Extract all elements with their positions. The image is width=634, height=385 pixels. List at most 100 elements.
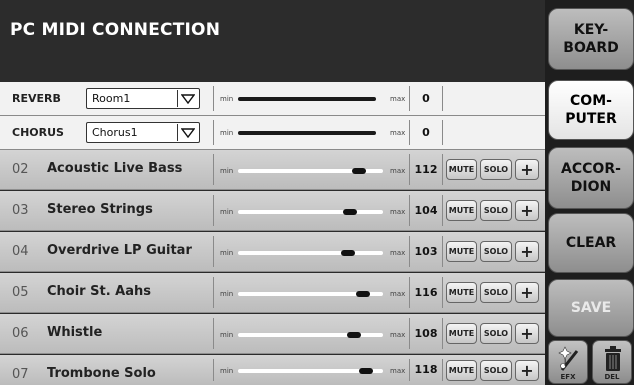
- track-number: 07: [12, 367, 29, 382]
- efx-label: EFX: [560, 373, 576, 381]
- clear-button[interactable]: CLEAR: [548, 213, 634, 273]
- slider-fill: [238, 131, 376, 135]
- solo-button[interactable]: SOLO: [480, 159, 512, 180]
- reverb-value: 0: [422, 92, 430, 105]
- track-name: Whistle: [47, 325, 103, 340]
- slider-min-label: min: [220, 95, 234, 103]
- save-button[interactable]: SAVE: [548, 279, 634, 337]
- add-button[interactable]: +: [515, 200, 539, 221]
- header: PC MIDI CONNECTION: [0, 0, 545, 82]
- mute-button[interactable]: MUTE: [446, 241, 477, 262]
- effect-row-reverb: REVERB Room1 min max 0: [0, 82, 545, 116]
- slider-max-label: max: [390, 249, 406, 257]
- mute-button[interactable]: MUTE: [446, 159, 477, 180]
- chevron-down-icon: [177, 124, 198, 141]
- track-name: Stereo Strings: [47, 202, 153, 217]
- add-button[interactable]: +: [515, 323, 539, 344]
- dropdown-value: Room1: [92, 92, 131, 105]
- chorus-value: 0: [422, 126, 430, 139]
- slider-thumb[interactable]: [342, 209, 357, 215]
- mute-button[interactable]: MUTE: [446, 360, 477, 381]
- reverb-level-slider[interactable]: [238, 97, 383, 101]
- slider-min-label: min: [220, 208, 234, 216]
- dropdown-value: Chorus1: [92, 126, 138, 139]
- delete-button[interactable]: DEL: [592, 340, 632, 384]
- add-button[interactable]: +: [515, 241, 539, 262]
- track-row: 06 Whistle min max 108 MUTE SOLO +: [0, 314, 545, 354]
- slider-min-label: min: [220, 249, 234, 257]
- keyboard-button[interactable]: KEY- BOARD: [548, 8, 634, 70]
- solo-button[interactable]: SOLO: [480, 323, 512, 344]
- slider-thumb[interactable]: [341, 250, 356, 256]
- solo-button[interactable]: SOLO: [480, 282, 512, 303]
- slider-max-label: max: [390, 129, 406, 137]
- track-name: Choir St. Aahs: [47, 284, 151, 299]
- track-volume-slider[interactable]: [238, 209, 383, 215]
- track-name: Trombone Solo: [47, 366, 156, 381]
- slider-thumb[interactable]: [355, 291, 370, 297]
- add-button[interactable]: +: [515, 360, 539, 381]
- trash-icon: [605, 346, 621, 371]
- effect-label: REVERB: [12, 92, 61, 105]
- slider-fill: [238, 97, 376, 101]
- accordion-button[interactable]: ACCOR- DION: [548, 147, 634, 209]
- sidebar: KEY- BOARD COM- PUTER ACCOR- DION CLEAR SAV…: [545, 0, 634, 385]
- track-name: Overdrive LP Guitar: [47, 243, 192, 258]
- slider-thumb[interactable]: [358, 368, 373, 374]
- track-row: 05 Choir St. Aahs min max 116 MUTE SOLO …: [0, 273, 545, 313]
- slider-min-label: min: [220, 290, 234, 298]
- track-row: 03 Stereo Strings min max 104 MUTE SOLO …: [0, 191, 545, 231]
- track-name: Acoustic Live Bass: [47, 161, 183, 176]
- chorus-level-slider[interactable]: [238, 131, 383, 135]
- track-row: 07 Trombone Solo min max 118 MUTE SOLO +: [0, 355, 545, 385]
- page-title: PC MIDI CONNECTION: [10, 20, 221, 40]
- add-button[interactable]: +: [515, 282, 539, 303]
- track-volume-slider[interactable]: [238, 368, 383, 374]
- track-row: 02 Acoustic Live Bass min max 112 MUTE S…: [0, 150, 545, 190]
- add-button[interactable]: +: [515, 159, 539, 180]
- slider-min-label: min: [220, 129, 234, 137]
- slider-max-label: max: [390, 367, 406, 375]
- track-volume-value: 108: [414, 327, 438, 340]
- track-volume-value: 103: [414, 245, 438, 258]
- music-wand-icon: [558, 346, 579, 371]
- solo-button[interactable]: SOLO: [480, 200, 512, 221]
- solo-button[interactable]: SOLO: [480, 241, 512, 262]
- slider-max-label: max: [390, 95, 406, 103]
- slider-max-label: max: [390, 290, 406, 298]
- track-volume-value: 116: [414, 286, 438, 299]
- efx-button[interactable]: EFX: [548, 340, 588, 384]
- slider-min-label: min: [220, 367, 234, 375]
- slider-min-label: min: [220, 167, 234, 175]
- mute-button[interactable]: MUTE: [446, 282, 477, 303]
- track-volume-slider[interactable]: [238, 250, 383, 256]
- mute-button[interactable]: MUTE: [446, 323, 477, 344]
- slider-max-label: max: [390, 208, 406, 216]
- track-volume-value: 118: [414, 363, 438, 376]
- track-number: 04: [12, 244, 29, 259]
- effect-row-chorus: CHORUS Chorus1 min max 0: [0, 116, 545, 150]
- slider-min-label: min: [220, 331, 234, 339]
- effect-label: CHORUS: [12, 126, 64, 139]
- track-number: 03: [12, 203, 29, 218]
- slider-thumb[interactable]: [347, 332, 362, 338]
- chorus-preset-dropdown[interactable]: Chorus1: [86, 122, 200, 143]
- track-volume-slider[interactable]: [238, 332, 383, 338]
- mute-button[interactable]: MUTE: [446, 200, 477, 221]
- track-number: 06: [12, 326, 29, 341]
- track-volume-value: 104: [414, 204, 438, 217]
- slider-max-label: max: [390, 167, 406, 175]
- slider-thumb[interactable]: [351, 168, 366, 174]
- reverb-preset-dropdown[interactable]: Room1: [86, 88, 200, 109]
- track-volume-value: 112: [414, 163, 438, 176]
- track-number: 02: [12, 162, 29, 177]
- track-row: 04 Overdrive LP Guitar min max 103 MUTE …: [0, 232, 545, 272]
- track-volume-slider[interactable]: [238, 291, 383, 297]
- slider-max-label: max: [390, 331, 406, 339]
- delete-label: DEL: [604, 373, 620, 381]
- chevron-down-icon: [177, 90, 198, 107]
- computer-button[interactable]: COM- PUTER: [548, 80, 634, 140]
- solo-button[interactable]: SOLO: [480, 360, 512, 381]
- track-volume-slider[interactable]: [238, 168, 383, 174]
- track-number: 05: [12, 285, 29, 300]
